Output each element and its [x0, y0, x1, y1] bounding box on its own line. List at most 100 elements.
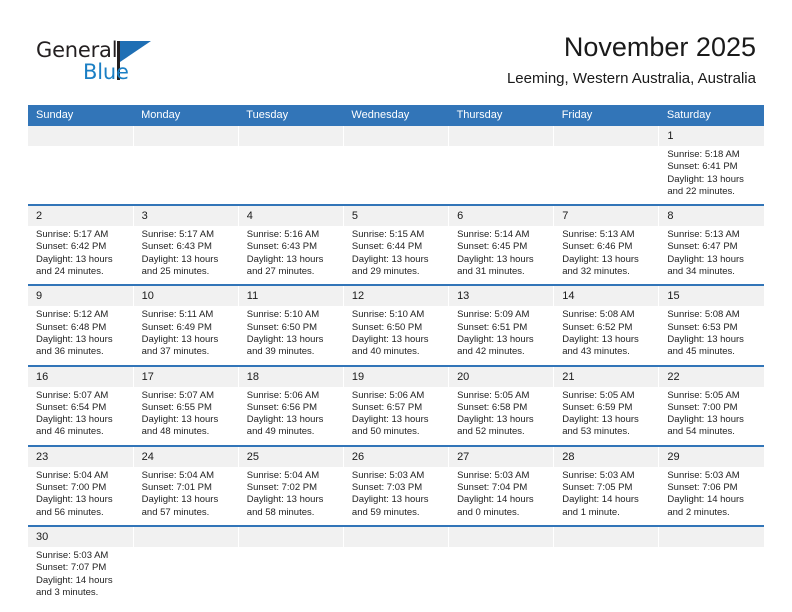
- day-cell-26[interactable]: Sunrise: 5:03 AM Sunset: 7:03 PM Daylight:…: [343, 466, 450, 525]
- day-cell-5[interactable]: Sunrise: 5:15 AM Sunset: 6:44 PM Daylight:…: [343, 226, 450, 285]
- day-number-26[interactable]: 26: [343, 446, 450, 467]
- day-number-row: 30: [28, 526, 764, 547]
- daylight-text: and 45 minutes.: [667, 346, 735, 358]
- day-cell-18[interactable]: Sunrise: 5:06 AM Sunset: 6:56 PM Daylight:…: [238, 386, 344, 445]
- daylight-text: and 2 minutes.: [667, 506, 730, 518]
- sunset-text: Sunset: 6:46 PM: [562, 241, 633, 253]
- day-number-13[interactable]: 13: [448, 286, 555, 307]
- day-number-empty: [238, 526, 344, 547]
- day-cell-27[interactable]: Sunrise: 5:03 AM Sunset: 7:04 PM Daylight:…: [448, 466, 555, 525]
- day-number-28[interactable]: 28: [553, 446, 660, 467]
- day-cell-29[interactable]: Sunrise: 5:03 AM Sunset: 7:06 PM Daylight:…: [658, 466, 764, 525]
- day-number-30[interactable]: 30: [28, 526, 134, 547]
- day-cell-1[interactable]: Sunrise: 5:18 AM Sunset: 6:41 PM Daylight:…: [658, 146, 764, 205]
- day-cell-15[interactable]: Sunrise: 5:08 AM Sunset: 6:53 PM Daylight:…: [658, 306, 764, 365]
- daylight-text: and 0 minutes.: [457, 506, 520, 518]
- sunrise-text: Sunrise: 5:06 AM: [246, 389, 320, 401]
- day-cell-empty: [343, 146, 450, 205]
- day-number-22[interactable]: 22: [658, 366, 764, 387]
- daylight-text: and 52 minutes.: [457, 426, 525, 438]
- sunset-text: Sunset: 7:00 PM: [667, 401, 738, 413]
- sunset-text: Sunset: 6:44 PM: [351, 241, 423, 253]
- day-detail-row: Sunrise: 5:04 AM Sunset: 7:00 PM Daylight:…: [28, 466, 764, 525]
- daylight-text: and 40 minutes.: [351, 346, 420, 358]
- day-cell-11[interactable]: Sunrise: 5:10 AM Sunset: 6:50 PM Daylight:…: [238, 306, 344, 365]
- day-number-25[interactable]: 25: [238, 446, 344, 467]
- day-cell-23[interactable]: Sunrise: 5:04 AM Sunset: 7:00 PM Daylight:…: [28, 466, 134, 525]
- day-cell-22[interactable]: Sunrise: 5:05 AM Sunset: 7:00 PM Daylight:…: [658, 386, 764, 445]
- day-cell-7[interactable]: Sunrise: 5:13 AM Sunset: 6:46 PM Daylight:…: [553, 226, 660, 285]
- daylight-text: Daylight: 13 hours: [562, 414, 639, 426]
- day-number-27[interactable]: 27: [448, 446, 555, 467]
- daylight-text: Daylight: 13 hours: [667, 253, 744, 265]
- day-cell-20[interactable]: Sunrise: 5:05 AM Sunset: 6:58 PM Daylight:…: [448, 386, 555, 445]
- day-cell-empty: [238, 146, 344, 205]
- day-number-2[interactable]: 2: [28, 206, 134, 227]
- day-number-9[interactable]: 9: [28, 286, 134, 307]
- day-cell-25[interactable]: Sunrise: 5:04 AM Sunset: 7:02 PM Daylight:…: [238, 466, 344, 525]
- day-cell-3[interactable]: Sunrise: 5:17 AM Sunset: 6:43 PM Daylight:…: [133, 226, 239, 285]
- day-number-empty: [343, 526, 450, 547]
- sunset-text: Sunset: 6:48 PM: [36, 321, 107, 333]
- sunrise-text: Sunrise: 5:04 AM: [141, 469, 214, 481]
- day-number-10[interactable]: 10: [133, 286, 239, 307]
- sunrise-text: Sunrise: 5:07 AM: [141, 389, 214, 401]
- day-number-12[interactable]: 12: [343, 286, 450, 307]
- daylight-text: Daylight: 13 hours: [141, 414, 219, 426]
- day-cell-8[interactable]: Sunrise: 5:13 AM Sunset: 6:47 PM Daylight:…: [658, 226, 764, 285]
- day-cell-10[interactable]: Sunrise: 5:11 AM Sunset: 6:49 PM Daylight:…: [133, 306, 239, 365]
- day-detail-row: Sunrise: 5:07 AM Sunset: 6:54 PM Daylight:…: [28, 386, 764, 445]
- day-number-15[interactable]: 15: [658, 286, 764, 307]
- daylight-text: Daylight: 13 hours: [36, 494, 113, 506]
- day-number-19[interactable]: 19: [343, 366, 450, 387]
- day-number-6[interactable]: 6: [448, 206, 555, 227]
- daylight-text: and 37 minutes.: [141, 346, 210, 358]
- day-number-18[interactable]: 18: [238, 366, 344, 387]
- day-number-5[interactable]: 5: [343, 206, 450, 227]
- day-number-29[interactable]: 29: [658, 446, 764, 467]
- sunrise-text: Sunrise: 5:05 AM: [457, 389, 530, 401]
- day-cell-12[interactable]: Sunrise: 5:10 AM Sunset: 6:50 PM Daylight:…: [343, 306, 450, 365]
- daylight-text: Daylight: 13 hours: [36, 333, 113, 345]
- day-number-row: 2345678: [28, 206, 764, 227]
- general-blue-logo[interactable]: General Blue: [36, 38, 166, 90]
- day-number-empty: [553, 526, 660, 547]
- daylight-text: Daylight: 13 hours: [457, 333, 534, 345]
- day-cell-4[interactable]: Sunrise: 5:16 AM Sunset: 6:43 PM Daylight:…: [238, 226, 344, 285]
- day-number-14[interactable]: 14: [553, 286, 660, 307]
- day-cell-9[interactable]: Sunrise: 5:12 AM Sunset: 6:48 PM Daylight:…: [28, 306, 134, 365]
- day-cell-2[interactable]: Sunrise: 5:17 AM Sunset: 6:42 PM Daylight:…: [28, 226, 134, 285]
- day-number-23[interactable]: 23: [28, 446, 134, 467]
- daylight-text: Daylight: 13 hours: [562, 253, 639, 265]
- day-cell-13[interactable]: Sunrise: 5:09 AM Sunset: 6:51 PM Daylight:…: [448, 306, 555, 365]
- day-number-24[interactable]: 24: [133, 446, 239, 467]
- day-cell-17[interactable]: Sunrise: 5:07 AM Sunset: 6:55 PM Daylight:…: [133, 386, 239, 445]
- day-cell-28[interactable]: Sunrise: 5:03 AM Sunset: 7:05 PM Daylight:…: [553, 466, 660, 525]
- daylight-text: Daylight: 13 hours: [351, 414, 429, 426]
- day-cell-21[interactable]: Sunrise: 5:05 AM Sunset: 6:59 PM Daylight:…: [553, 386, 660, 445]
- day-number-7[interactable]: 7: [553, 206, 660, 227]
- day-number-4[interactable]: 4: [238, 206, 344, 227]
- day-cell-24[interactable]: Sunrise: 5:04 AM Sunset: 7:01 PM Daylight:…: [133, 466, 239, 525]
- sunset-text: Sunset: 6:59 PM: [562, 401, 633, 413]
- sunset-text: Sunset: 6:43 PM: [141, 241, 212, 253]
- day-cell-19[interactable]: Sunrise: 5:06 AM Sunset: 6:57 PM Daylight:…: [343, 386, 450, 445]
- day-number-8[interactable]: 8: [658, 206, 764, 227]
- daylight-text: Daylight: 14 hours: [457, 494, 534, 506]
- day-cell-16[interactable]: Sunrise: 5:07 AM Sunset: 6:54 PM Daylight:…: [28, 386, 134, 445]
- day-number-11[interactable]: 11: [238, 286, 344, 307]
- day-cell-30[interactable]: Sunrise: 5:03 AM Sunset: 7:07 PM Daylight:…: [28, 546, 134, 606]
- day-number-17[interactable]: 17: [133, 366, 239, 387]
- calendar-body: 1 Sunrise: 5:18 AM Sunset: 6:41 PM Daylight…: [28, 126, 764, 606]
- daylight-text: Daylight: 14 hours: [36, 574, 113, 586]
- day-cell-14[interactable]: Sunrise: 5:08 AM Sunset: 6:52 PM Daylight:…: [553, 306, 660, 365]
- day-number-16[interactable]: 16: [28, 366, 134, 387]
- day-number-20[interactable]: 20: [448, 366, 555, 387]
- day-cell-6[interactable]: Sunrise: 5:14 AM Sunset: 6:45 PM Daylight:…: [448, 226, 555, 285]
- day-number-1[interactable]: 1: [658, 126, 764, 146]
- daylight-text: Daylight: 13 hours: [457, 414, 534, 426]
- day-number-21[interactable]: 21: [553, 366, 660, 387]
- day-number-3[interactable]: 3: [133, 206, 239, 227]
- daylight-text: and 56 minutes.: [36, 506, 104, 518]
- daylight-text: Daylight: 13 hours: [246, 253, 324, 265]
